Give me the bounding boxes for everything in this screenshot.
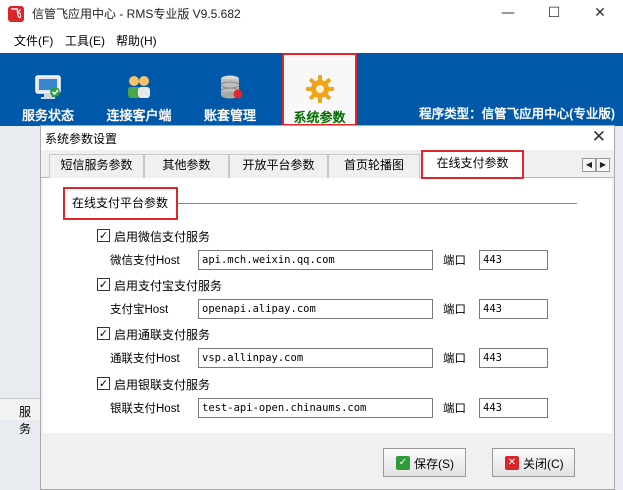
tab-online-payment[interactable]: 在线支付参数 [421, 150, 524, 179]
tab-other-params[interactable]: 其他参数 [144, 154, 229, 178]
wechat-port-input[interactable]: 443 [479, 250, 548, 270]
toolbar-service-status[interactable]: 服务状态 [14, 53, 82, 126]
title-bar: 飞 信管飞应用中心 - RMS专业版 V9.5.682 — ☐ ✕ [0, 0, 623, 27]
allinpay-port-label: 端口 [443, 353, 466, 365]
minimize-button[interactable]: — [485, 0, 531, 27]
wechat-port-label: 端口 [443, 255, 466, 267]
allinpay-host-label: 通联支付Host [110, 353, 180, 365]
dialog-title-bar: 系统参数设置 ✕ [41, 126, 614, 150]
tab-open-platform[interactable]: 开放平台参数 [229, 154, 328, 178]
toolbar-connected-clients[interactable]: 连接客户端 [99, 53, 179, 126]
toolbar-label: 系统参数 [293, 110, 346, 125]
alipay-host-input[interactable]: openapi.alipay.com [198, 299, 433, 319]
wechat-host-label: 微信支付Host [110, 255, 180, 267]
dialog-title: 系统参数设置 [45, 132, 118, 146]
allinpay-port-input[interactable]: 443 [479, 348, 548, 368]
unionpay-port-label: 端口 [443, 403, 466, 415]
tab-scroll-left-icon[interactable]: ◀ [582, 158, 596, 172]
toolbar-account-management[interactable]: 账套管理 [196, 53, 264, 126]
toolbar-label: 账套管理 [203, 108, 256, 123]
database-icon [220, 75, 243, 99]
group-title: 在线支付平台参数 [63, 187, 178, 220]
menu-help[interactable]: 帮助(H) [116, 32, 157, 49]
checkbox-label: 启用银联支付服务 [114, 378, 211, 392]
menu-file[interactable]: 文件(F) [14, 32, 53, 49]
save-button[interactable]: ✓ 保存(S) [383, 448, 466, 477]
alipay-host-label: 支付宝Host [110, 304, 169, 316]
close-button[interactable]: ✕ 关闭(C) [492, 448, 575, 477]
tab-scroll-right-icon[interactable]: ▶ [596, 158, 610, 172]
checkbox-label: 启用通联支付服务 [114, 328, 211, 342]
menu-tools[interactable]: 工具(E) [65, 32, 105, 49]
app-logo: 飞 [8, 6, 24, 22]
toolbar-label: 服务状态 [21, 108, 74, 123]
status-strip-label: 服务 [19, 405, 32, 436]
unionpay-host-input[interactable]: test-api-open.chinaums.com [198, 398, 433, 418]
checkbox-checked-icon: ✓ [97, 229, 110, 242]
toolbar-system-params[interactable]: 系统参数 [282, 53, 357, 126]
checkbox-checked-icon: ✓ [97, 327, 110, 340]
tab-strip: 短信服务参数 其他参数 开放平台参数 首页轮播图 在线支付参数 ◀ ▶ [41, 150, 614, 179]
close-icon: ✕ [505, 456, 519, 470]
checkbox-label: 启用微信支付服务 [114, 230, 211, 244]
close-window-button[interactable]: ✕ [577, 0, 623, 27]
save-icon: ✓ [396, 456, 410, 470]
maximize-button[interactable]: ☐ [531, 0, 577, 27]
users-icon [128, 76, 150, 98]
checkbox-checked-icon: ✓ [97, 377, 110, 390]
unionpay-port-input[interactable]: 443 [479, 398, 548, 418]
group-divider [178, 203, 577, 204]
menu-bar: 文件(F) 工具(E) 帮助(H) [0, 27, 623, 53]
online-payment-page: 在线支付平台参数 ✓ 启用微信支付服务 微信支付Host api.mch.wei… [43, 178, 612, 433]
unionpay-host-label: 银联支付Host [110, 403, 180, 415]
toolbar-label: 连接客户端 [106, 108, 172, 123]
close-button-label: 关闭(C) [523, 457, 564, 471]
window-title: 信管飞应用中心 - RMS专业版 V9.5.682 [32, 7, 241, 21]
dialog-close-icon[interactable]: ✕ [592, 127, 606, 147]
program-type-label: 程序类型：信管飞应用中心(专业版) [419, 107, 615, 121]
monitor-icon [35, 75, 61, 99]
wechat-host-input[interactable]: api.mch.weixin.qq.com [198, 250, 433, 270]
tab-home-carousel[interactable]: 首页轮播图 [328, 154, 420, 178]
checkbox-checked-icon: ✓ [97, 278, 110, 291]
alipay-port-input[interactable]: 443 [479, 299, 548, 319]
save-button-label: 保存(S) [414, 457, 454, 471]
tab-sms-service[interactable]: 短信服务参数 [49, 154, 144, 178]
allinpay-host-input[interactable]: vsp.allinpay.com [198, 348, 433, 368]
gear-icon [305, 75, 334, 103]
alipay-port-label: 端口 [443, 304, 466, 316]
checkbox-label: 启用支付宝支付服务 [114, 279, 223, 293]
status-strip: 服务 [0, 398, 40, 436]
system-params-dialog: 系统参数设置 ✕ 短信服务参数 其他参数 开放平台参数 首页轮播图 在线支付参数… [40, 125, 615, 490]
